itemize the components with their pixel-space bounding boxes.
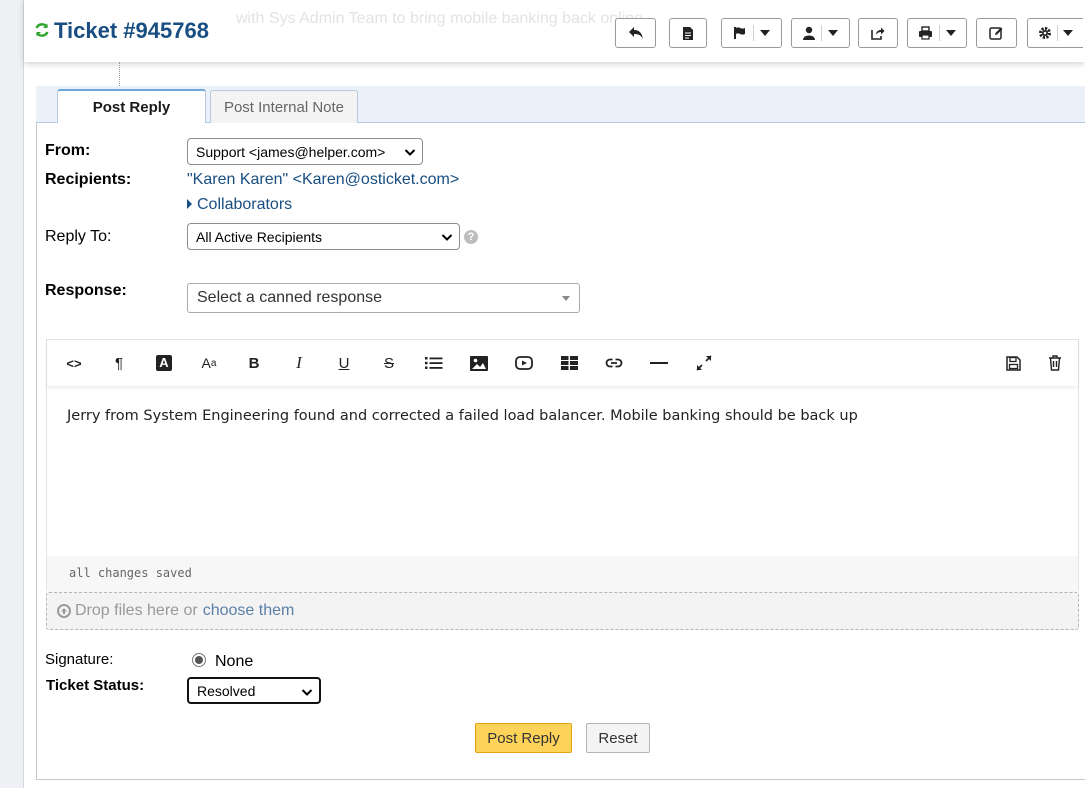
file-icon (682, 26, 694, 41)
left-gutter (0, 0, 24, 788)
response-label: Response: (45, 282, 127, 299)
horizontal-rule-icon[interactable] (648, 352, 670, 374)
assign-dropdown-button[interactable] (791, 18, 850, 48)
caret-down-icon (828, 30, 838, 36)
caret-down-icon (760, 30, 770, 36)
editor-footer: all changes saved (47, 556, 1078, 592)
gear-icon (1038, 26, 1052, 40)
flag-icon (733, 26, 747, 40)
print-dropdown-button[interactable] (907, 18, 967, 48)
edit-icon (989, 26, 1004, 40)
trash-icon[interactable] (1044, 352, 1066, 374)
chevron-down-icon (301, 685, 313, 701)
reply-button[interactable] (615, 18, 656, 48)
editor-body[interactable]: Jerry from System Engineering found and … (67, 408, 858, 424)
font-size-icon[interactable]: Aa (198, 352, 220, 374)
chevron-down-icon (441, 230, 453, 246)
caret-right-icon (187, 199, 192, 209)
ticket-status-value: Resolved (197, 682, 256, 699)
collaborators-label: Collaborators (197, 196, 293, 213)
underline-icon[interactable]: U (333, 352, 355, 374)
image-icon[interactable] (468, 352, 490, 374)
signature-none-label: None (215, 653, 254, 670)
reply-icon (628, 26, 644, 40)
ticket-title[interactable]: Ticket #945768 (54, 18, 209, 44)
print-pdf-button[interactable] (669, 18, 707, 48)
strikethrough-icon[interactable]: S (378, 352, 400, 374)
from-select[interactable]: Support <james@helper.com> (187, 138, 423, 165)
italic-icon[interactable]: I (288, 352, 310, 374)
caret-down-icon (946, 30, 956, 36)
paragraph-icon[interactable]: ¶ (108, 352, 130, 374)
draft-status: all changes saved (69, 566, 192, 580)
share-icon (871, 26, 885, 40)
editor-toolbar: <> ¶ A Aa B I U S (47, 340, 1078, 386)
file-dropzone[interactable]: Drop files here or choose them (46, 592, 1079, 630)
caret-down-icon (1063, 30, 1073, 36)
reply-to-value: All Active Recipients (196, 228, 323, 245)
signature-none-radio[interactable] (192, 653, 206, 667)
collaborators-toggle[interactable]: Collaborators (187, 196, 292, 214)
from-label: From: (45, 142, 91, 159)
separator (1057, 25, 1058, 41)
text-color-icon[interactable]: A (153, 352, 175, 374)
fullscreen-icon[interactable] (693, 352, 715, 374)
flag-dropdown-button[interactable] (721, 18, 782, 48)
table-icon[interactable] (558, 352, 580, 374)
reset-button[interactable]: Reset (586, 723, 650, 753)
recipients-label: Recipients: (45, 171, 132, 188)
signature-label: Signature: (45, 651, 114, 668)
code-icon[interactable]: <> (63, 352, 85, 374)
tab-post-internal-note[interactable]: Post Internal Note (210, 90, 358, 123)
ticket-status-select[interactable]: Resolved (187, 677, 321, 704)
choose-files-link[interactable]: choose them (203, 602, 295, 620)
ticket-status-label: Ticket Status: (46, 677, 145, 694)
divider (119, 62, 120, 86)
transfer-button[interactable] (858, 18, 898, 48)
tab-post-reply[interactable]: Post Reply (57, 89, 206, 124)
canned-response-placeholder: Select a canned response (197, 289, 383, 306)
post-reply-button[interactable]: Post Reply (475, 723, 572, 753)
print-icon (918, 26, 933, 40)
ticket-subject-ghost: with Sys Admin Team to bring mobile bank… (236, 10, 644, 27)
user-icon (803, 26, 815, 40)
ticket-header: with Sys Admin Team to bring mobile bank… (24, 0, 1085, 62)
upload-icon (57, 604, 71, 618)
reply-to-select[interactable]: All Active Recipients (187, 223, 460, 250)
edit-button[interactable] (976, 18, 1017, 48)
caret-down-icon (562, 296, 570, 301)
link-icon[interactable] (603, 352, 625, 374)
canned-response-select[interactable]: Select a canned response (187, 283, 580, 313)
separator (821, 25, 822, 41)
help-icon[interactable]: ? (464, 230, 478, 244)
separator (753, 25, 754, 41)
reply-to-label: Reply To: (45, 228, 112, 245)
reply-tabs: Post Reply Post Internal Note (36, 86, 1085, 124)
bold-icon[interactable]: B (243, 352, 265, 374)
list-icon[interactable] (423, 352, 445, 374)
dropzone-text: Drop files here or (75, 602, 198, 619)
chevron-down-icon (404, 145, 416, 161)
save-draft-icon[interactable] (1002, 352, 1024, 374)
settings-dropdown-button[interactable] (1027, 18, 1083, 48)
rich-text-editor: <> ¶ A Aa B I U S Jerry from System Engi… (46, 339, 1079, 592)
recipient-link[interactable]: "Karen Karen" <Karen@osticket.com> (187, 171, 459, 189)
refresh-icon[interactable] (34, 22, 50, 43)
separator (939, 25, 940, 41)
video-icon[interactable] (513, 352, 535, 374)
from-select-value: Support <james@helper.com> (196, 143, 386, 160)
